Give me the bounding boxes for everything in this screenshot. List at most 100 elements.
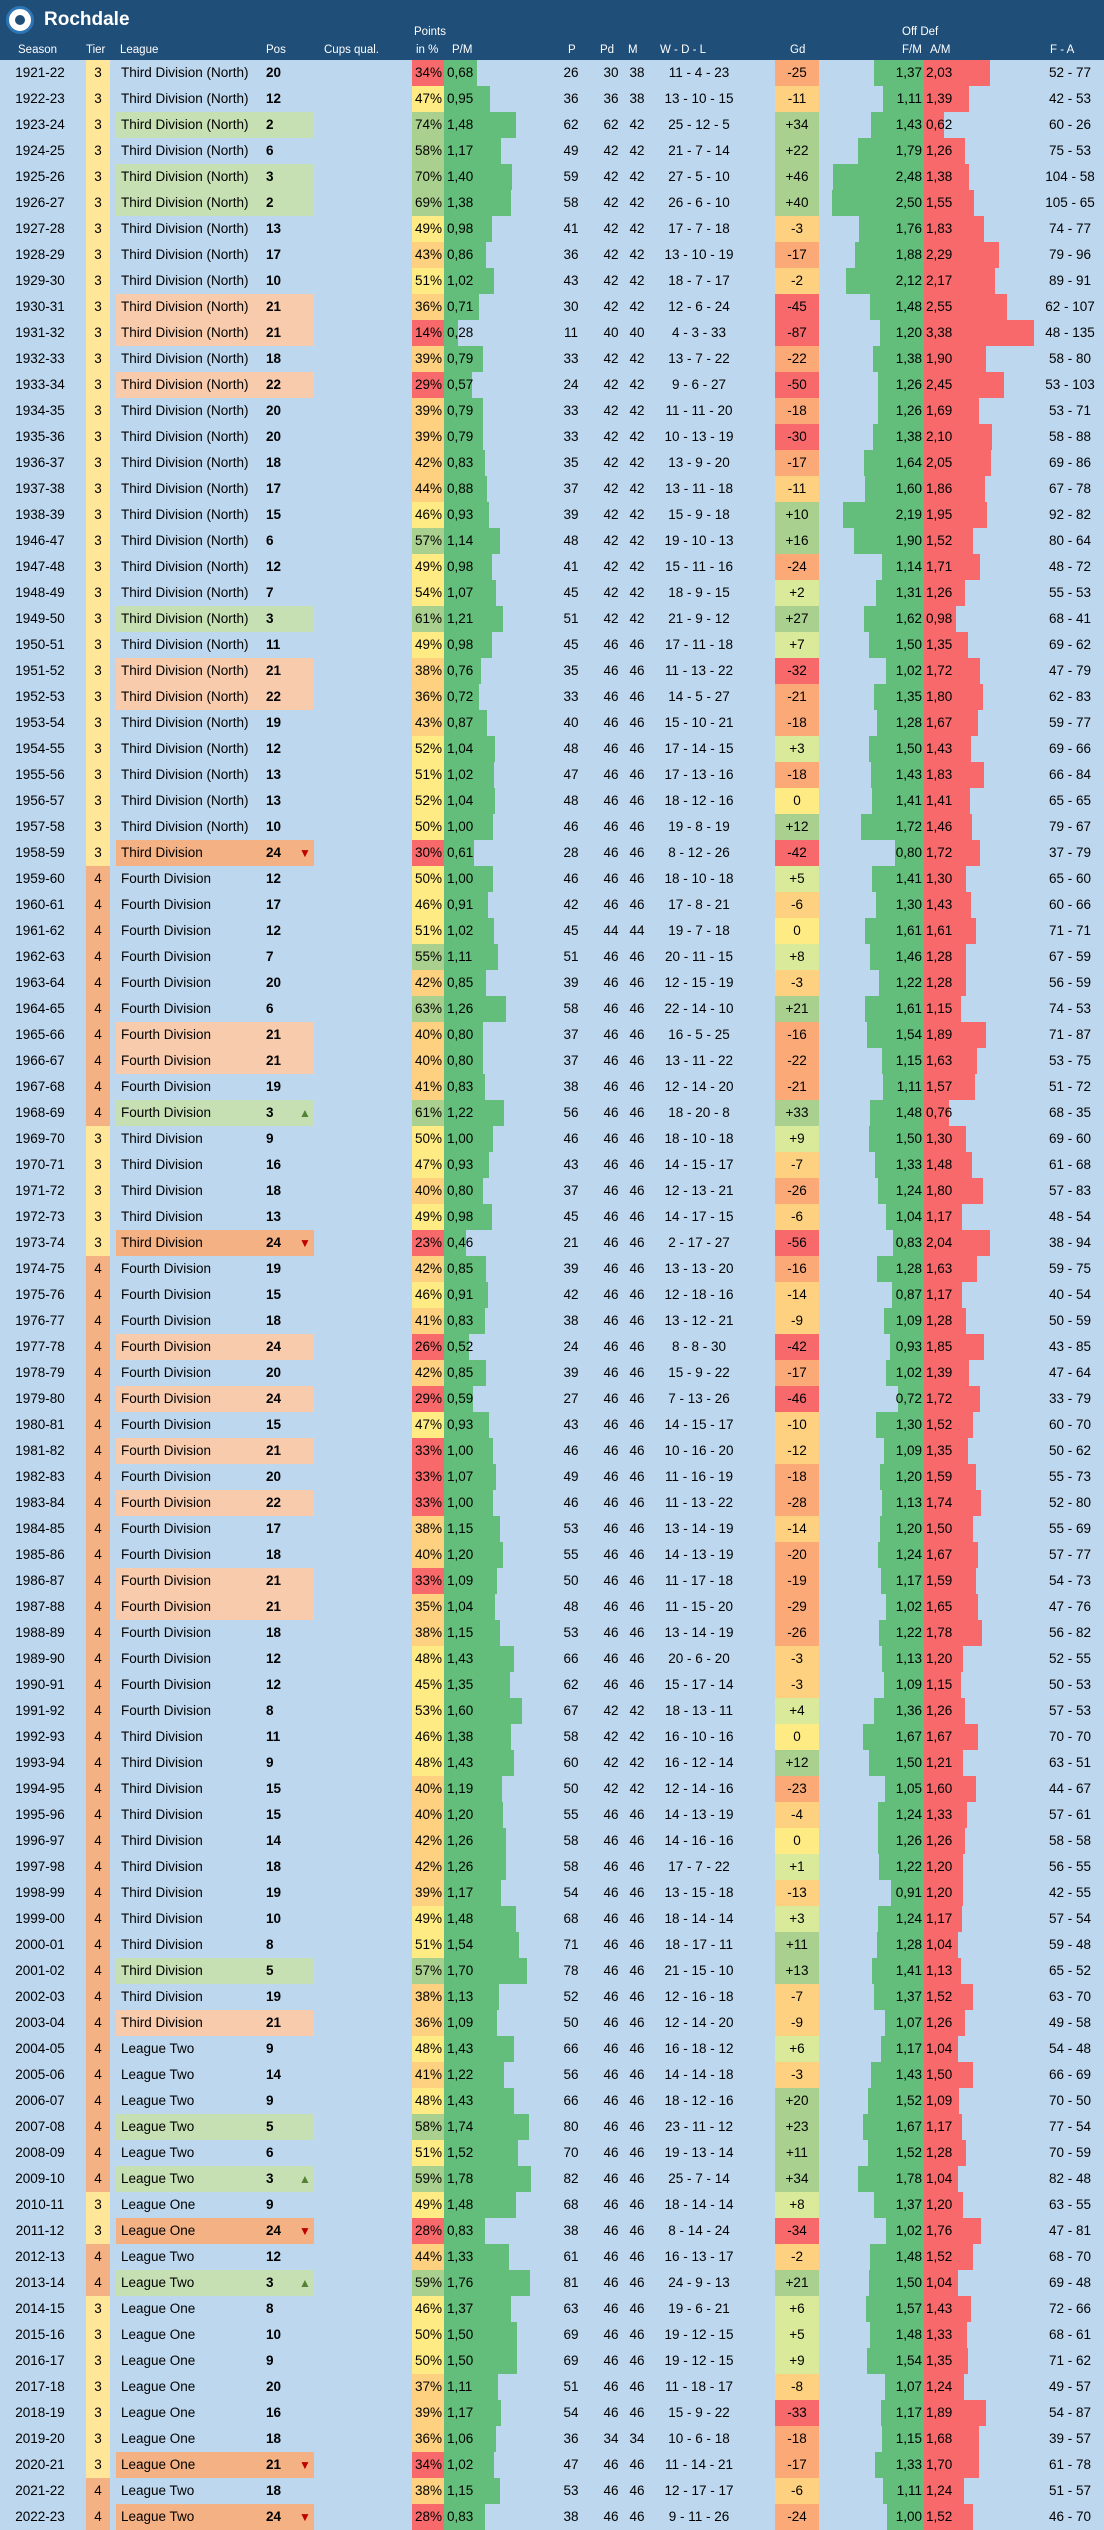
wdl-cell: 13 - 11 - 22: [664, 1053, 734, 1068]
points-cell: 36: [563, 247, 579, 262]
season-cell: 1979-80: [15, 1391, 65, 1406]
goals-fa-cell: 60 - 66: [1048, 897, 1092, 912]
season-cell: 1947-48: [15, 559, 65, 574]
position-cell: 6: [266, 143, 274, 158]
tier-cell: 4: [86, 1048, 110, 1074]
matches-cell: 46: [629, 1131, 645, 1146]
league-cell: Third Division: [121, 1859, 203, 1874]
table-row: 1970-71 3 Third Division 16 47% 0,93 43 46 46 14 …: [0, 1152, 1104, 1178]
points-cell: 38: [563, 1079, 579, 1094]
am-cell: 1,90: [926, 351, 953, 366]
tier-cell: 3: [86, 528, 110, 554]
am-cell: 1,83: [926, 221, 953, 236]
wdl-cell: 25 - 7 - 14: [668, 2171, 730, 2186]
points-pct-cell: 50%: [412, 866, 444, 892]
wdl-cell: 16 - 18 - 12: [664, 2041, 734, 2056]
wdl-cell: 20 - 6 - 20: [668, 1651, 730, 1666]
fm-cell: 1,79: [895, 143, 922, 158]
wdl-cell: 17 - 7 - 18: [668, 221, 730, 236]
wdl-cell: 18 - 12 - 16: [664, 793, 734, 808]
wdl-cell: 12 - 18 - 16: [664, 1287, 734, 1302]
points-cell: 55: [563, 1807, 579, 1822]
goals-fa-cell: 59 - 75: [1048, 1261, 1092, 1276]
position-cell: 18: [266, 1625, 282, 1640]
points-cell: 58: [563, 1833, 579, 1848]
points-pct-cell: 36%: [412, 684, 444, 710]
points-cell: 47: [563, 2457, 579, 2472]
goals-fa-cell: 54 - 87: [1048, 2405, 1092, 2420]
fm-cell: 1,35: [895, 689, 922, 704]
tier-cell: 3: [86, 138, 110, 164]
matches-cell: 46: [629, 1937, 645, 1952]
am-cell: 1,21: [926, 1755, 953, 1770]
points-cell: 67: [563, 1703, 579, 1718]
wdl-cell: 18 - 9 - 15: [668, 585, 730, 600]
season-cell: 1952-53: [15, 689, 65, 704]
matches-cell: 42: [629, 559, 645, 574]
pd-cell: 42: [603, 585, 619, 600]
season-cell: 2021-22: [15, 2483, 65, 2498]
pd-cell: 46: [603, 1287, 619, 1302]
matches-cell: 42: [629, 221, 645, 236]
wdl-cell: 12 - 15 - 19: [664, 975, 734, 990]
table-row: 2003-04 4 Third Division 21 36% 1,09 50 46 46 12 …: [0, 2010, 1104, 2036]
tier-cell: 4: [86, 2504, 110, 2530]
goal-diff-cell: -14: [775, 1516, 819, 1542]
season-cell: 2009-10: [15, 2171, 65, 2186]
points-cell: 46: [563, 819, 579, 834]
season-cell: 1923-24: [15, 117, 65, 132]
goal-diff-cell: +9: [775, 2348, 819, 2374]
fm-cell: 1,88: [895, 247, 922, 262]
points-cell: 35: [563, 455, 579, 470]
tier-cell: 3: [86, 2296, 110, 2322]
position-cell: 20: [266, 429, 282, 444]
table-row: 1979-80 4 Fourth Division 24 29% 0,59 27 46 46 7 …: [0, 1386, 1104, 1412]
points-pct-cell: 39%: [412, 398, 444, 424]
wdl-cell: 9 - 6 - 27: [671, 377, 727, 392]
season-cell: 1974-75: [15, 1261, 65, 1276]
table-row: 1958-59 3 Third Division 24 ▼ 30% 0,61 28 46 46 8 …: [0, 840, 1104, 866]
fm-cell: 1,48: [895, 2249, 922, 2264]
position-cell: 13: [266, 1209, 282, 1224]
wdl-cell: 17 - 7 - 22: [668, 1859, 730, 1874]
table-row: 1983-84 4 Fourth Division 22 33% 1,00 46 46 46 11…: [0, 1490, 1104, 1516]
wdl-cell: 15 - 9 - 18: [668, 507, 730, 522]
goal-diff-cell: -50: [775, 372, 819, 398]
points-pct-cell: 46%: [412, 2296, 444, 2322]
league-cell: Third Division (North): [121, 637, 249, 652]
points-cell: 40: [563, 715, 579, 730]
wdl-cell: 13 - 11 - 18: [664, 481, 734, 496]
table-row: 1982-83 4 Fourth Division 20 33% 1,07 49 46 46 11…: [0, 1464, 1104, 1490]
goals-fa-cell: 74 - 53: [1048, 1001, 1092, 1016]
pm-cell: 1,78: [447, 2171, 474, 2186]
points-cell: 66: [563, 2093, 579, 2108]
matches-cell: 46: [629, 1677, 645, 1692]
goals-fa-cell: 52 - 80: [1048, 1495, 1092, 1510]
matches-cell: 46: [629, 1599, 645, 1614]
position-cell: 9: [266, 2041, 274, 2056]
league-cell: League Two: [121, 2093, 195, 2108]
season-cell: 2016-17: [15, 2353, 65, 2368]
tier-cell: 3: [86, 762, 110, 788]
pd-cell: 46: [603, 1209, 619, 1224]
goals-fa-cell: 66 - 84: [1048, 767, 1092, 782]
goals-fa-cell: 62 - 83: [1048, 689, 1092, 704]
league-cell: Third Division (North): [121, 585, 249, 600]
points-pct-cell: 34%: [412, 60, 444, 86]
points-pct-cell: 47%: [412, 1152, 444, 1178]
pd-cell: 46: [603, 689, 619, 704]
points-pct-cell: 38%: [412, 1620, 444, 1646]
season-cell: 1958-59: [15, 845, 65, 860]
wdl-cell: 17 - 14 - 15: [664, 741, 734, 756]
points-cell: 66: [563, 2041, 579, 2056]
wdl-cell: 24 - 9 - 13: [668, 2275, 730, 2290]
position-cell: 10: [266, 819, 282, 834]
fm-cell: 1,15: [895, 2431, 922, 2446]
wdl-cell: 11 - 13 - 22: [664, 1495, 734, 1510]
pd-cell: 42: [603, 143, 619, 158]
points-pct-cell: 50%: [412, 2348, 444, 2374]
pm-cell: 0,79: [447, 429, 474, 444]
points-pct-cell: 52%: [412, 736, 444, 762]
pm-cell: 1,15: [447, 1521, 474, 1536]
matches-cell: 46: [629, 1443, 645, 1458]
